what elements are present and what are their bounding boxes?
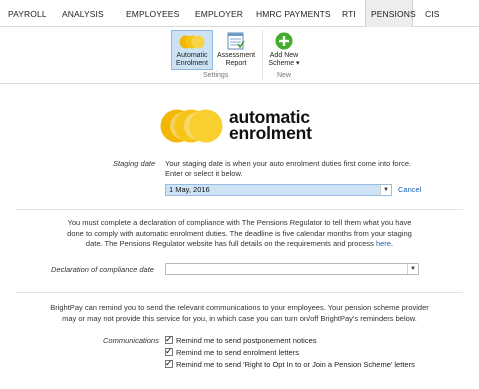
divider [16,292,463,293]
assessment-report-button[interactable]: Assessment Report [214,30,258,70]
tab-rti[interactable]: RTI [342,9,356,19]
chevron-down-icon[interactable]: ▼ [407,264,418,274]
logo-circles-icon [160,109,223,143]
add-new-scheme-label-2: Scheme ▾ [268,60,300,67]
logo-line-2: enrolment [229,123,312,143]
tab-pensions[interactable]: PENSIONS [365,0,416,27]
logo-wordmark: automatic enrolment [229,108,312,143]
assessment-report-label-2: Report [225,60,247,67]
declaration-para-end: . [390,239,394,248]
add-new-scheme-button[interactable]: Add New Scheme ▾ [265,30,303,70]
communications-para-line-2: may or may not provide this service for … [62,313,417,323]
automatic-enrolment-button[interactable]: Automatic Enrolment [171,30,213,70]
declaration-paragraph: You must complete a declaration of compl… [16,218,463,250]
circles-icon [179,35,205,49]
plus-icon [275,32,293,50]
tab-employees[interactable]: EMPLOYEES [126,9,179,19]
communications-label: Communications [103,336,159,345]
remind-postponement-checkbox-row[interactable]: ✓ Remind me to send postponement notices [165,334,317,345]
ribbon-group-settings: Settings [203,72,229,79]
tab-cis[interactable]: CIS [425,9,439,19]
tab-analysis[interactable]: ANALYSIS [62,9,104,19]
remind-enrolment-checkbox-row[interactable]: ✓ Remind me to send enrolment letters [165,346,299,357]
pensions-regulator-link[interactable]: here [376,239,391,248]
communications-paragraph: BrightPay can remind you to send the rel… [8,303,471,324]
top-nav: PAYROLL ANALYSIS EMPLOYEES EMPLOYER HMRC… [0,0,479,27]
tab-employer[interactable]: EMPLOYER [195,9,243,19]
remind-enrolment-checkbox[interactable]: ✓ [165,346,173,356]
declaration-para-line-1: You must complete a declaration of compl… [67,218,412,227]
cancel-link[interactable]: Cancel [398,185,421,195]
assessment-report-label-1: Assessment [216,52,256,59]
tab-hmrc-payments[interactable]: HMRC PAYMENTS [256,9,331,19]
staging-date-label: Staging date [113,159,156,168]
checkmark-icon: ✓ [165,334,173,344]
communications-para-line-1: BrightPay can remind you to send the rel… [50,303,429,312]
declaration-para-line-3: date. The Pensions Regulator website has… [16,239,463,250]
remind-opt-in-checkbox[interactable]: ✓ [165,358,173,368]
staging-date-help-1: Your staging date is when your auto enro… [165,159,412,168]
checkmark-icon: ✓ [165,346,173,356]
ribbon-divider [262,30,263,80]
tab-payroll[interactable]: PAYROLL [8,9,47,19]
automatic-enrolment-logo: automatic enrolment [160,108,340,144]
declaration-para-line-2: done to comply with automatic enrolment … [67,228,412,238]
remind-enrolment-label: Remind me to send enrolment letters [176,348,299,357]
remind-opt-in-checkbox-row[interactable]: ✓ Remind me to send 'Right to Opt In to o… [165,358,415,369]
remind-opt-in-label: Remind me to send 'Right to Opt In to or… [176,360,415,369]
declaration-para-text: date. The Pensions Regulator website has… [85,239,374,248]
report-icon [227,32,245,50]
declaration-date-label: Declaration of compliance date [51,265,154,274]
chevron-down-icon[interactable]: ▼ [380,185,391,195]
checkmark-icon: ✓ [165,358,173,368]
staging-date-value: 1 May, 2016 [169,185,210,194]
declaration-date-select[interactable]: ▼ [165,263,419,275]
remind-postponement-label: Remind me to send postponement notices [176,336,317,345]
staging-date-help-2: Enter or select it below. [165,169,243,178]
remind-postponement-checkbox[interactable]: ✓ [165,334,173,344]
divider [16,209,463,210]
ribbon-group-new: New [277,72,292,79]
auto-enrolment-label-1: Automatic [176,52,208,59]
add-new-scheme-label-1: Add New [269,52,299,59]
staging-date-select[interactable]: 1 May, 2016 ▼ [165,184,392,196]
auto-enrolment-label-2: Enrolment [176,60,208,67]
